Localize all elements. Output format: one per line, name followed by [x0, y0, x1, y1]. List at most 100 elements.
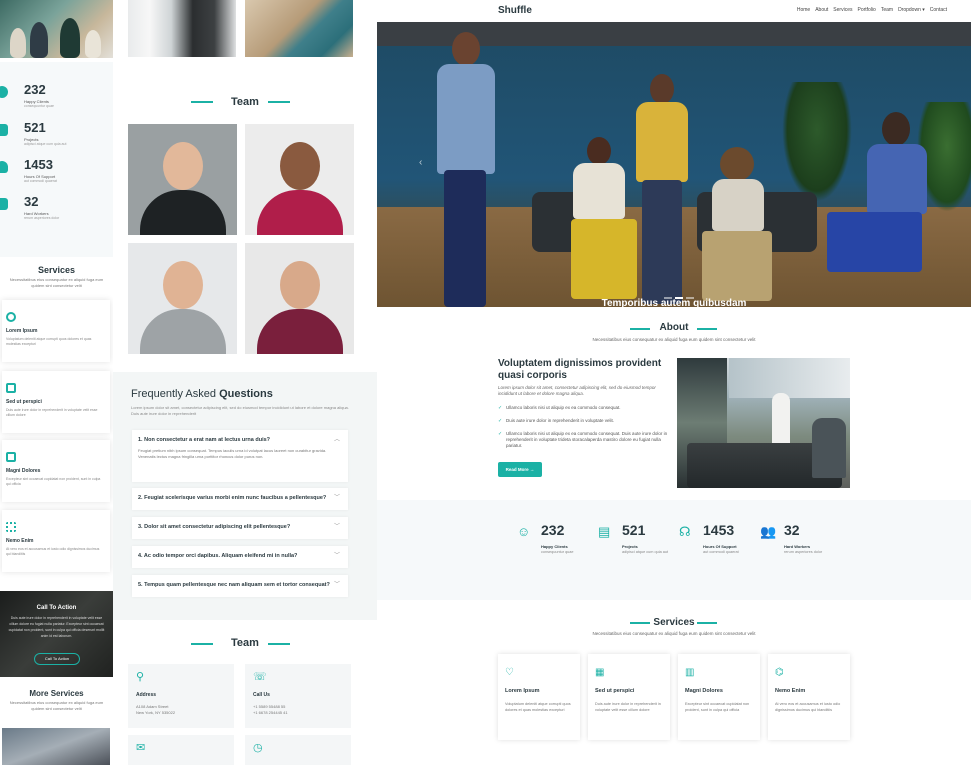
service-card[interactable]: Lorem Ipsum Voluptatum deleniti atque co…: [2, 300, 110, 362]
service-card-desc: Duis aute irure dolor in reprehenderit i…: [6, 408, 98, 417]
more-services-title: More Services: [29, 689, 84, 698]
more-services-subtitle: Necessitatibus eius consequatur ex aliqu…: [9, 700, 104, 711]
contact-title: Call Us: [253, 692, 270, 698]
people-icon: 👥: [760, 524, 777, 539]
nav-link-about[interactable]: About: [815, 7, 828, 13]
portfolio-image[interactable]: [128, 0, 236, 57]
services-title: Services: [653, 617, 695, 628]
person-torso: [437, 64, 495, 174]
site-logo[interactable]: Shuffle: [498, 5, 532, 16]
count-label: Hard Workers: [784, 544, 811, 549]
service-card-title[interactable]: Magni Dolores: [685, 688, 723, 694]
journal-icon: [0, 124, 8, 136]
service-card[interactable]: Sed ut perspici Duis aute irure dolor in…: [2, 371, 110, 433]
chevron-down-icon[interactable]: ﹀: [334, 575, 340, 595]
service-card-desc: Excepteur sint occaecat cupidatat non pr…: [685, 702, 750, 712]
service-card[interactable]: ▥ Magni Dolores Excepteur sint occaecat …: [678, 654, 760, 740]
contact-card: ⚲ Address A108 Adam Street New York, NY …: [128, 664, 234, 728]
service-card[interactable]: ⌬ Nemo Enim At vero eos et accusamus et …: [768, 654, 850, 740]
nav-link-dropdown[interactable]: Dropdown ▾: [898, 7, 925, 13]
count-item: 👥 32 Hard Workers rerum asperiores dolor: [760, 522, 860, 572]
service-card[interactable]: ▦ Sed ut perspici Duis aute irure dolor …: [588, 654, 670, 740]
faq-item[interactable]: 3. Dolor sit amet consectetur adipiscing…: [132, 517, 348, 539]
team-member-photo: [128, 124, 237, 235]
nav-link-services[interactable]: Services: [833, 7, 852, 13]
smile-icon: ☺: [517, 524, 531, 539]
services-title: Services: [37, 265, 76, 275]
service-card-desc: Voluptatum deleniti atque corrupti quos …: [6, 337, 92, 346]
hero-person: [567, 137, 637, 307]
chevron-down-icon[interactable]: ﹀: [334, 488, 340, 508]
about-check-item: Ullamco laboris nisi ut aliquip ex ea co…: [498, 405, 673, 411]
service-card-title: Nemo Enim: [6, 538, 34, 544]
contact-line: +1 6678 254445 41: [253, 710, 288, 715]
chevron-down-icon[interactable]: ﹀: [334, 546, 340, 566]
service-card-title[interactable]: Sed ut perspici: [595, 688, 634, 694]
call-to-action-section: Call To Action Duis aute irure dolor in …: [0, 591, 113, 677]
nav-link-portfolio[interactable]: Portfolio: [857, 7, 875, 13]
about-heading: Voluptatem dignissimos provident quasi c…: [498, 358, 662, 381]
hero-carousel: ‹ Temporibus autem quibusdam: [377, 22, 971, 307]
service-card-title[interactable]: Nemo Enim: [775, 688, 805, 694]
count-sub: rerum asperiores dolor: [24, 216, 60, 220]
count-number: 521: [24, 120, 46, 135]
service-card-title[interactable]: Lorem Ipsum: [505, 688, 540, 694]
contact-title: Address: [136, 692, 157, 698]
faq-question[interactable]: 1. Non consectetur a erat nam at lectus …: [138, 430, 270, 450]
service-card-title: Lorem Ipsum: [6, 328, 38, 334]
heart-pulse-icon: ♡: [505, 667, 514, 678]
person-head: [452, 32, 480, 66]
person-torso: [712, 179, 764, 231]
faq-answer: Feugiat pretium nibh ipsum consequat. Te…: [138, 448, 327, 459]
chevron-down-icon[interactable]: ﹀: [334, 517, 340, 537]
contact-line: New York, NY 535022: [136, 710, 176, 715]
read-more-button[interactable]: Read More →: [498, 462, 542, 477]
count-sub: aut commodi quaerat: [703, 550, 739, 554]
team-member-photo: [245, 243, 354, 354]
calendar-icon: ▥: [685, 667, 695, 678]
nav-link-contact[interactable]: Contact: [930, 7, 947, 13]
heart-pulse-icon: [6, 312, 16, 322]
headset-icon: ☊: [679, 524, 691, 539]
title-underline: [697, 622, 717, 624]
about-check-item: Duis aute irure dolor in reprehenderit i…: [498, 418, 673, 424]
chevron-up-icon[interactable]: ︿: [334, 430, 340, 450]
faq-item[interactable]: 5. Tempus quam pellentesque nec nam aliq…: [132, 575, 348, 597]
service-card[interactable]: Nemo Enim At vero eos et accusamus et iu…: [2, 510, 110, 572]
nav-link-home[interactable]: Home: [797, 7, 810, 13]
faq-desc: Lorem ipsum dolor sit amet, consectetur …: [131, 405, 349, 416]
service-card[interactable]: Magni Dolores Excepteur sint occaecat cu…: [2, 440, 110, 502]
carousel-prev-icon[interactable]: ‹: [419, 157, 422, 168]
about-title: About: [659, 322, 689, 333]
envelope-icon: ✉: [136, 742, 146, 754]
grid-icon: [6, 383, 16, 393]
faq-question[interactable]: 2. Feugiat scelerisque varius morbi enim…: [138, 488, 326, 508]
faq-item[interactable]: 2. Feugiat scelerisque varius morbi enim…: [132, 488, 348, 510]
count-label: Happy Clients: [541, 544, 568, 549]
about-image-person: [812, 418, 846, 478]
faq-question[interactable]: 5. Tempus quam pellentesque nec nam aliq…: [138, 575, 330, 595]
service-card[interactable]: ♡ Lorem Ipsum Voluptatum deleniti atque …: [498, 654, 580, 740]
faq-title: Frequently Asked Questions: [131, 388, 273, 400]
person-head: [650, 74, 674, 104]
cta-button[interactable]: Call To Action: [34, 653, 80, 665]
faq-item[interactable]: 4. Ac odio tempor orci dapibus. Aliquam …: [132, 546, 348, 568]
count-sub: adipisci atque cum quia aut: [24, 142, 67, 146]
navbar: Shuffle Home About Services Portfolio Te…: [377, 0, 975, 22]
person-torso: [867, 144, 927, 214]
contact-lines: +1 5589 55488 55 +1 6678 254445 41: [253, 704, 288, 716]
faq-question[interactable]: 4. Ac odio tempor orci dapibus. Aliquam …: [138, 546, 297, 566]
about-intro: Lorem ipsum dolor sit amet, consectetur …: [498, 385, 656, 396]
nav-link-team[interactable]: Team: [881, 7, 893, 13]
count-sub: consequuntur quae: [541, 550, 574, 554]
faq-item[interactable]: 1. Non consectetur a erat nam at lectus …: [132, 430, 348, 482]
count-label: Projects: [622, 544, 638, 549]
service-card-title: Magni Dolores: [6, 468, 41, 474]
calendar-icon: [6, 452, 16, 462]
faq-question[interactable]: 3. Dolor sit amet consectetur adipiscing…: [138, 517, 290, 537]
portfolio-image[interactable]: [245, 0, 353, 57]
member-face: [163, 142, 203, 190]
member-body: [257, 309, 343, 354]
person-head: [587, 137, 611, 165]
journal-icon: ▤: [598, 524, 611, 539]
